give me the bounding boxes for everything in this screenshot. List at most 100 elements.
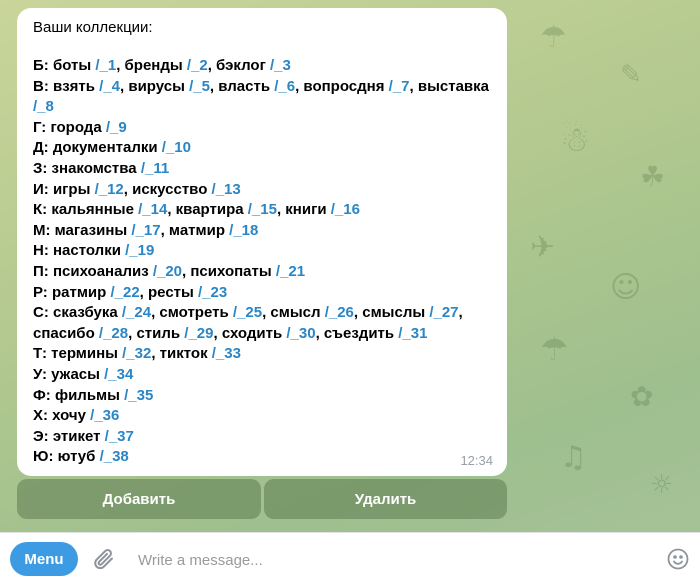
command-link[interactable]: /_10 bbox=[162, 139, 191, 156]
command-link[interactable]: /_36 bbox=[90, 407, 119, 424]
doodle-icon: ☂ bbox=[540, 330, 569, 368]
collection-text: , бэклог bbox=[207, 57, 271, 74]
collection-text: К: кальянные bbox=[33, 201, 139, 219]
collection-text: Ю: ютуб bbox=[33, 448, 100, 466]
command-link[interactable]: /_34 bbox=[104, 366, 133, 383]
command-link[interactable]: /_11 bbox=[141, 160, 169, 177]
command-link[interactable]: /_27 bbox=[429, 304, 458, 321]
collection-text: , смотреть bbox=[151, 304, 233, 322]
command-link[interactable]: /_22 bbox=[110, 284, 139, 301]
message-title: Ваши коллекции: bbox=[33, 19, 153, 36]
collection-line: Г: города /_9 bbox=[33, 118, 493, 139]
collection-line: З: знакомства /_11 bbox=[33, 159, 493, 180]
command-link[interactable]: /_2 bbox=[187, 57, 208, 74]
delete-button[interactable]: Удалить bbox=[264, 479, 507, 519]
command-link[interactable]: /_1 bbox=[95, 57, 116, 74]
collection-text: , смыслы bbox=[353, 304, 430, 322]
collection-text: , квартира bbox=[167, 201, 248, 219]
command-link[interactable]: /_25 bbox=[233, 304, 262, 321]
doodle-icon: ☼ bbox=[650, 470, 674, 500]
collection-text: П: психоанализ bbox=[33, 262, 153, 280]
collection-text: , матмир bbox=[160, 221, 230, 239]
command-link[interactable]: /_38 bbox=[100, 448, 129, 465]
collection-text: , съездить bbox=[315, 324, 399, 342]
command-link[interactable]: /_28 bbox=[99, 325, 128, 342]
command-link[interactable]: /_21 bbox=[276, 263, 305, 280]
command-link[interactable]: /_31 bbox=[398, 325, 427, 342]
command-link[interactable]: /_14 bbox=[138, 201, 167, 218]
command-link[interactable]: /_23 bbox=[198, 284, 227, 301]
collection-line: Т: термины /_32, тикток /_33 bbox=[33, 344, 493, 365]
collection-line: Ф: фильмы /_35 bbox=[33, 386, 493, 407]
collection-text: Д: документалки bbox=[33, 139, 162, 157]
command-link[interactable]: /_6 bbox=[274, 78, 295, 95]
command-link[interactable]: /_19 bbox=[125, 242, 154, 259]
collections-list: Б: боты /_1, бренды /_2, бэклог /_3 В: вз… bbox=[33, 56, 493, 468]
collection-text: С: сказбука bbox=[33, 304, 122, 322]
command-link[interactable]: /_4 bbox=[99, 78, 120, 95]
collection-line: В: взять /_4, вирусы /_5, власть /_6, во… bbox=[33, 77, 493, 118]
smile-icon[interactable] bbox=[666, 547, 690, 571]
command-link[interactable]: /_15 bbox=[248, 201, 277, 218]
collection-text: , ресты bbox=[139, 283, 198, 301]
collection-text: В: взять bbox=[33, 77, 100, 95]
command-link[interactable]: /_12 bbox=[95, 181, 124, 198]
command-link[interactable]: /_7 bbox=[389, 78, 410, 95]
doodle-icon: ☺ bbox=[610, 270, 642, 305]
add-button[interactable]: Добавить bbox=[17, 479, 261, 519]
message-composer: Menu bbox=[0, 532, 700, 584]
collection-text: , власть bbox=[209, 77, 275, 95]
collection-text: Э: этикет bbox=[33, 427, 105, 445]
collection-text: Р: ратмир bbox=[33, 283, 111, 301]
doodle-icon: ✿ bbox=[630, 380, 654, 413]
collection-text: Т: термины bbox=[33, 345, 123, 363]
collection-text: Б: боты bbox=[33, 57, 96, 74]
collection-line: Э: этикет /_37 bbox=[33, 427, 493, 448]
collection-line: Д: документалки /_10 bbox=[33, 138, 493, 159]
command-link[interactable]: /_35 bbox=[124, 387, 153, 404]
collection-text: , тикток bbox=[151, 345, 212, 363]
command-link[interactable]: /_17 bbox=[131, 222, 160, 239]
collection-line: М: магазины /_17, матмир /_18 bbox=[33, 221, 493, 242]
collection-text: , выставка bbox=[409, 77, 489, 95]
command-link[interactable]: /_5 bbox=[189, 78, 210, 95]
collection-text: , бренды bbox=[116, 57, 187, 74]
collection-text: Х: хочу bbox=[33, 407, 91, 425]
command-link[interactable]: /_33 bbox=[212, 345, 241, 362]
message-time: 12:34 bbox=[460, 453, 493, 468]
command-link[interactable]: /_24 bbox=[122, 304, 151, 321]
doodle-icon: ☘ bbox=[640, 160, 666, 193]
collection-text: И: игры bbox=[33, 180, 95, 198]
doodle-icon: ✈ bbox=[530, 230, 556, 265]
paperclip-icon[interactable] bbox=[92, 547, 116, 571]
collection-text: , смысл bbox=[262, 304, 325, 322]
command-link[interactable]: /_26 bbox=[325, 304, 354, 321]
command-link[interactable]: /_37 bbox=[105, 428, 134, 445]
doodle-icon: ♫ bbox=[560, 440, 587, 475]
command-link[interactable]: /_16 bbox=[331, 201, 360, 218]
command-link[interactable]: /_9 bbox=[106, 119, 127, 136]
command-link[interactable]: /_18 bbox=[229, 222, 258, 239]
collection-line: Х: хочу /_36 bbox=[33, 406, 493, 427]
doodle-icon: ☃ bbox=[560, 120, 591, 160]
command-link[interactable]: /_13 bbox=[212, 181, 241, 198]
message-input[interactable] bbox=[136, 543, 650, 577]
collection-line: С: сказбука /_24, смотреть /_25, смысл /… bbox=[33, 303, 493, 344]
collection-line: У: ужасы /_34 bbox=[33, 365, 493, 386]
collection-text: , стиль bbox=[128, 324, 185, 342]
collection-line: Н: настолки /_19 bbox=[33, 241, 493, 262]
command-link[interactable]: /_29 bbox=[184, 325, 213, 342]
collection-text: Н: настолки bbox=[33, 242, 126, 260]
doodle-icon: ☂ bbox=[540, 20, 567, 55]
collection-line: И: игры /_12, искусство /_13 bbox=[33, 180, 493, 201]
collection-text: , вопросдня bbox=[295, 77, 389, 95]
command-link[interactable]: /_32 bbox=[122, 345, 151, 362]
command-link[interactable]: /_3 bbox=[270, 57, 291, 74]
command-link[interactable]: /_30 bbox=[286, 325, 315, 342]
menu-button[interactable]: Menu bbox=[10, 542, 78, 576]
collection-line: Р: ратмир /_22, ресты /_23 bbox=[33, 283, 493, 304]
collection-line: П: психоанализ /_20, психопаты /_21 bbox=[33, 262, 493, 283]
command-link[interactable]: /_8 bbox=[33, 98, 54, 115]
collection-text: , книги bbox=[276, 201, 331, 219]
command-link[interactable]: /_20 bbox=[153, 263, 182, 280]
